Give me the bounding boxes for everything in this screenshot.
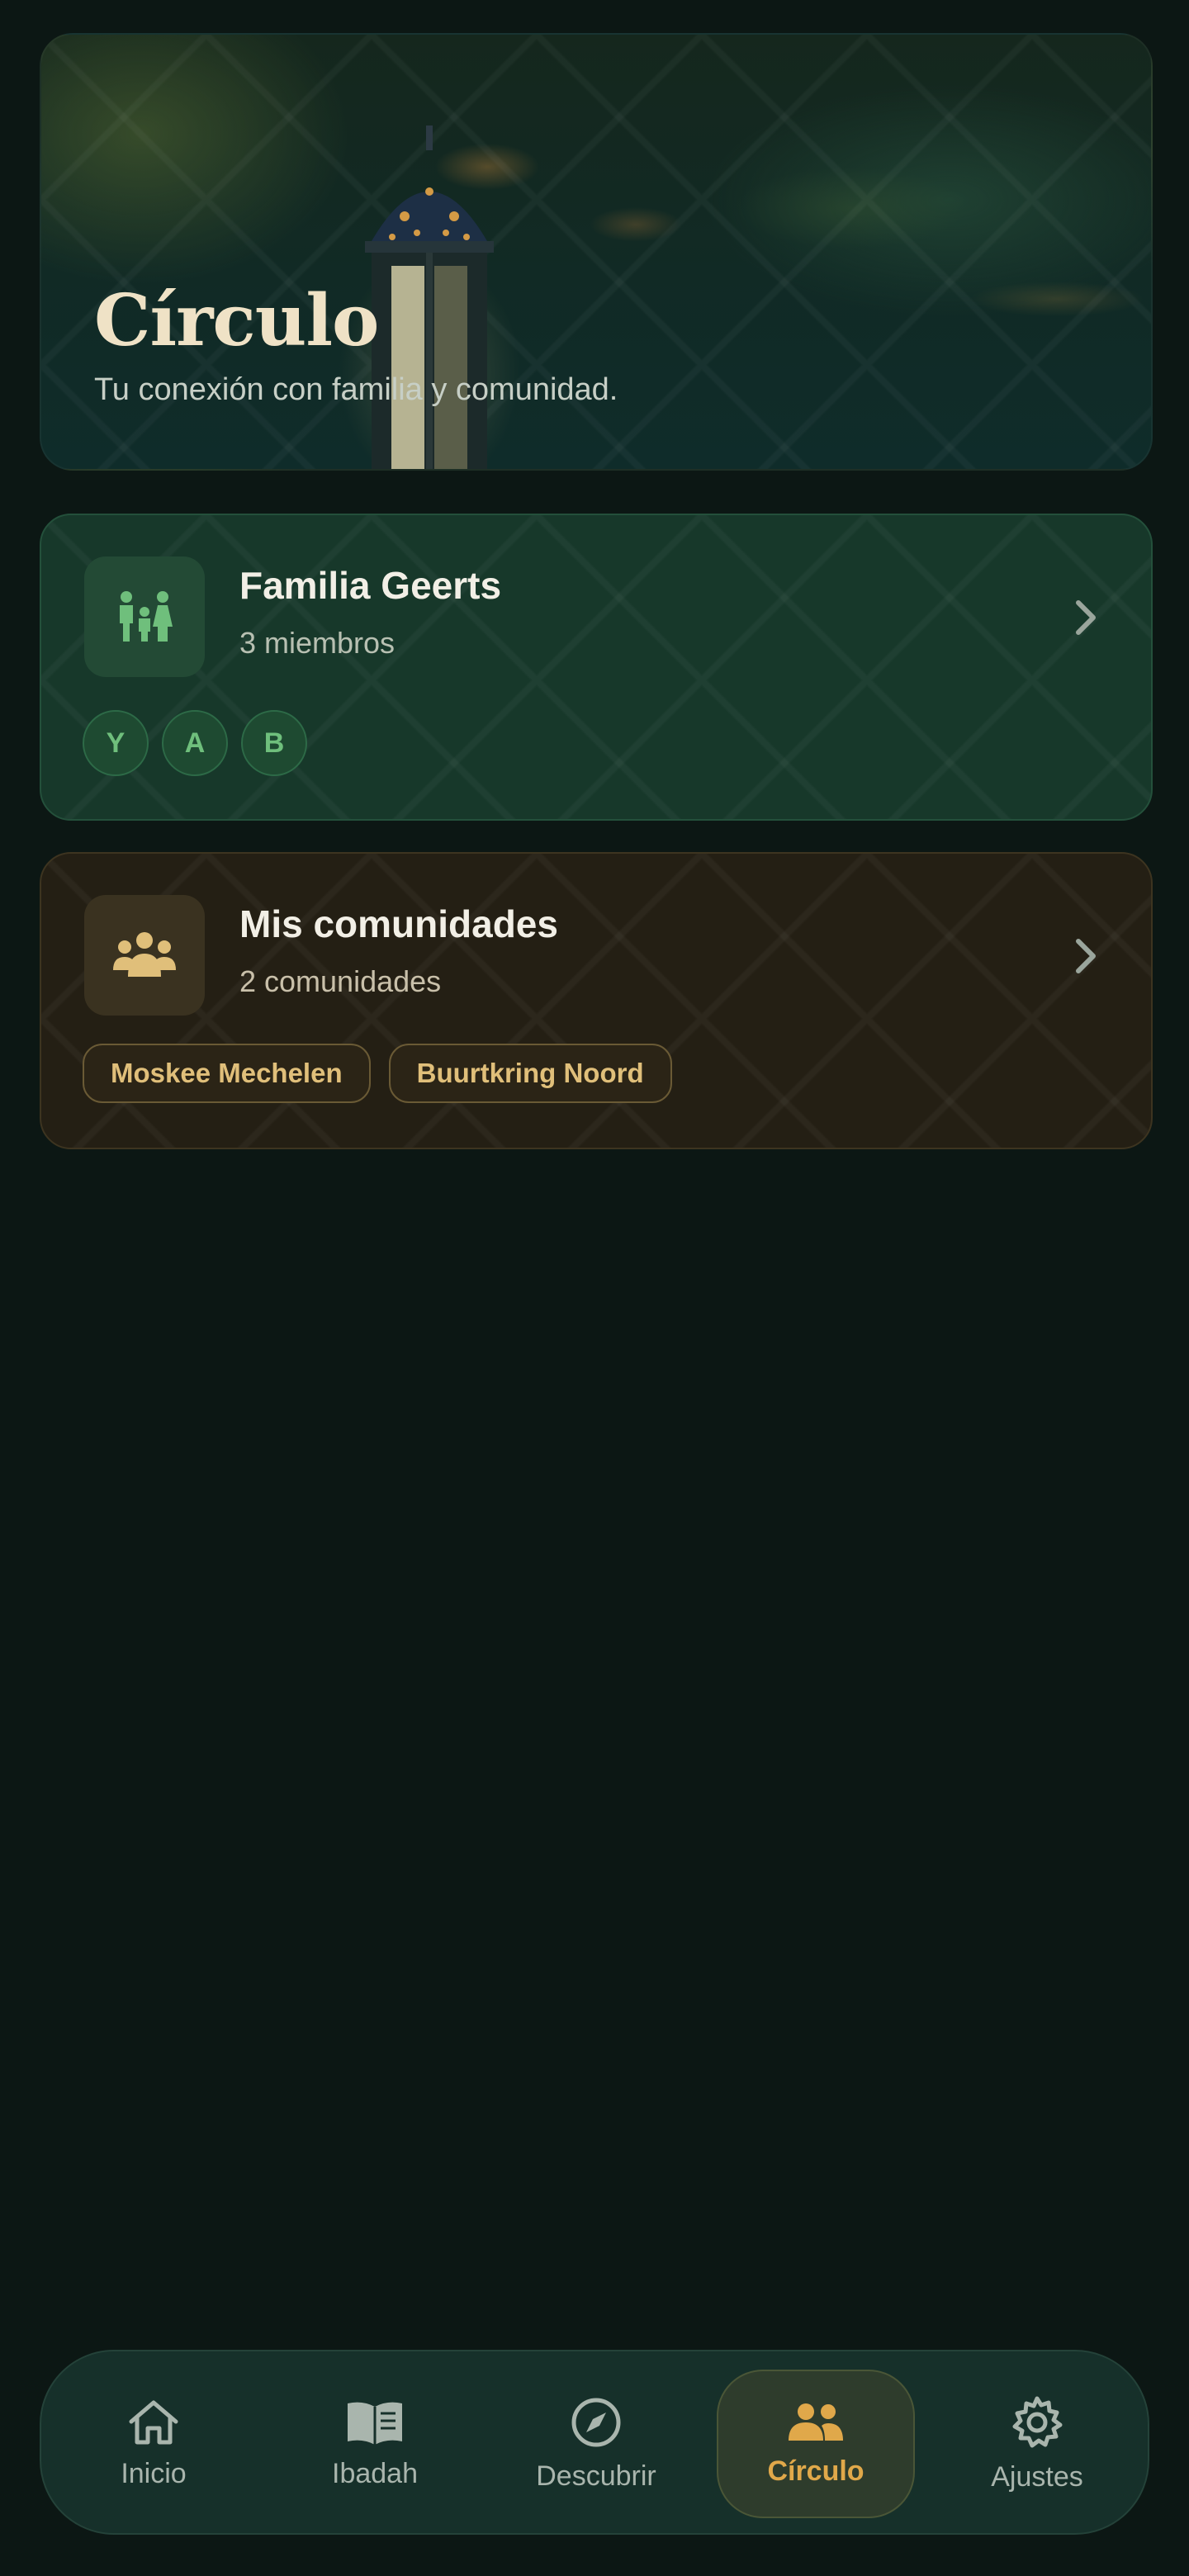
nav-label: Círculo (767, 2455, 865, 2487)
community-chip[interactable]: Moskee Mechelen (83, 1044, 371, 1103)
member-avatar[interactable]: A (162, 710, 228, 776)
geometric-pattern (41, 854, 1151, 1148)
nav-item-circulo[interactable]: Círculo (717, 2370, 915, 2518)
nav-item-inicio[interactable]: Inicio (54, 2370, 253, 2518)
nav-label: Inicio (121, 2457, 187, 2489)
communities-count: 2 comunidades (239, 964, 442, 998)
book-icon (348, 2402, 402, 2445)
hero-banner: Círculo Tu conexión con familia y comuni… (40, 33, 1153, 471)
communities-title: Mis comunidades (239, 902, 558, 945)
gear-icon (1012, 2396, 1063, 2447)
nav-item-ajustes[interactable]: Ajustes (938, 2370, 1136, 2518)
communities-card[interactable]: Mis comunidades 2 comunidades Moskee Mec… (40, 852, 1153, 1149)
member-avatars: Y A B (83, 710, 307, 776)
nav-item-descubrir[interactable]: Descubrir (497, 2370, 695, 2518)
family-member-count: 3 miembros (239, 626, 396, 660)
member-avatar[interactable]: B (241, 710, 307, 776)
chevron-right-icon (1076, 939, 1096, 973)
nav-item-ibadah[interactable]: Ibadah (276, 2370, 474, 2518)
page-subtitle: Tu conexión con familia y comunidad. (94, 372, 618, 407)
chevron-right-icon (1076, 600, 1096, 635)
compass-icon (571, 2398, 621, 2446)
member-avatar[interactable]: Y (83, 710, 149, 776)
nav-label: Descubrir (536, 2460, 656, 2492)
nav-label: Ajustes (991, 2460, 1083, 2493)
bottom-nav: Inicio Ibadah Descubrir Círculo Ajustes (40, 2350, 1149, 2535)
family-name: Familia Geerts (239, 564, 502, 607)
family-card[interactable]: Familia Geerts 3 miembros Y A B (40, 514, 1153, 821)
home-icon (129, 2400, 178, 2444)
page-title: Círculo (94, 279, 379, 362)
people-icon (789, 2403, 843, 2441)
family-icon (84, 556, 205, 677)
community-icon (84, 895, 205, 1016)
community-chip[interactable]: Buurtkring Noord (388, 1044, 672, 1103)
community-chips: Moskee Mechelen Buurtkring Noord (83, 1044, 672, 1103)
nav-label: Ibadah (332, 2457, 418, 2489)
